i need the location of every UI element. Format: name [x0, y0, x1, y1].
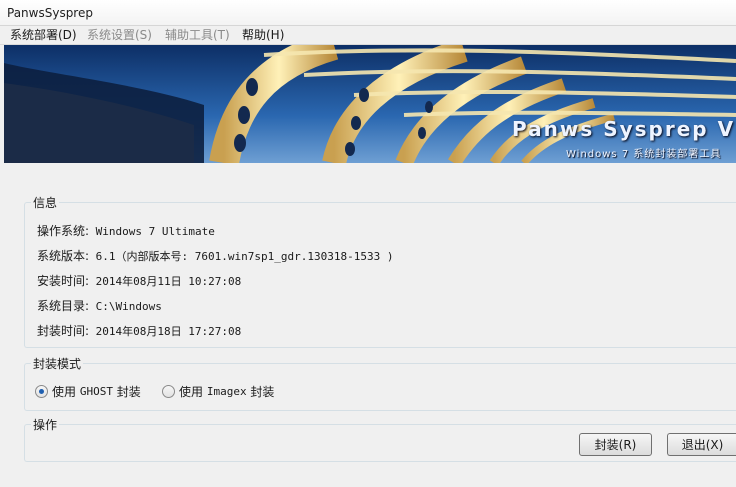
- banner: Panws Sysprep V1 Windows 7 系统封装部署工具: [4, 45, 736, 163]
- info-key: 安装时间:: [37, 274, 90, 288]
- menu-tools[interactable]: 辅助工具(T): [163, 27, 232, 43]
- info-key: 封装时间:: [37, 324, 90, 338]
- info-value: 2014年08月18日 17:27:08: [95, 325, 242, 338]
- info-group: 信息 操作系统: Windows 7 Ultimate 系统版本: 6.1（内部…: [24, 194, 736, 348]
- window-title: PanwsSysprep: [7, 6, 93, 20]
- info-key: 系统版本:: [37, 249, 90, 263]
- radio-label-prefix: 使用: [52, 385, 77, 399]
- menu-settings[interactable]: 系统设置(S): [85, 27, 154, 43]
- info-row-version: 系统版本: 6.1（内部版本号: 7601.win7sp1_gdr.130318…: [37, 247, 393, 264]
- info-row-system-dir: 系统目录: C:\Windows: [37, 297, 162, 314]
- radio-label-suffix: 封装: [250, 385, 275, 399]
- radio-label-suffix: 封装: [116, 385, 141, 399]
- radio-label-prefix: 使用: [179, 385, 204, 399]
- radio-dot[interactable]: [162, 385, 175, 398]
- mode-group-label: 封装模式: [31, 355, 84, 372]
- actions-group: 操作 封装(R) 退出(X): [24, 416, 736, 462]
- radio-dot[interactable]: [35, 385, 48, 398]
- info-row-os: 操作系统: Windows 7 Ultimate: [37, 222, 215, 239]
- info-row-package-time: 封装时间: 2014年08月18日 17:27:08: [37, 322, 241, 339]
- radio-ghost[interactable]: 使用 GHOST 封装: [35, 383, 141, 400]
- radio-label-tool: GHOST: [79, 385, 113, 398]
- menu-help[interactable]: 帮助(H): [240, 27, 286, 43]
- info-value: Windows 7 Ultimate: [95, 225, 215, 238]
- menu-bar: 系统部署(D) 系统设置(S) 辅助工具(T) 帮助(H): [0, 26, 736, 45]
- menu-deploy[interactable]: 系统部署(D): [8, 27, 79, 43]
- info-group-label: 信息: [31, 194, 60, 211]
- package-button[interactable]: 封装(R): [579, 433, 652, 456]
- info-value: C:\Windows: [95, 300, 162, 313]
- mode-group: 封装模式 使用 GHOST 封装 使用 Imagex 封装: [24, 355, 736, 411]
- info-value: 2014年08月11日 10:27:08: [95, 275, 242, 288]
- radio-label-tool: Imagex: [206, 385, 247, 398]
- info-row-install-time: 安装时间: 2014年08月11日 10:27:08: [37, 272, 241, 289]
- banner-subtitle: Windows 7 系统封装部署工具: [566, 149, 722, 160]
- banner-title: Panws Sysprep V1: [512, 117, 736, 141]
- exit-button[interactable]: 退出(X): [667, 433, 736, 456]
- info-key: 系统目录:: [37, 299, 90, 313]
- info-key: 操作系统:: [37, 224, 90, 238]
- title-bar: PanwsSysprep: [0, 0, 736, 26]
- info-value: 6.1（内部版本号: 7601.win7sp1_gdr.130318-1533 …: [95, 250, 394, 263]
- radio-imagex[interactable]: 使用 Imagex 封装: [162, 383, 274, 400]
- actions-group-label: 操作: [31, 416, 60, 433]
